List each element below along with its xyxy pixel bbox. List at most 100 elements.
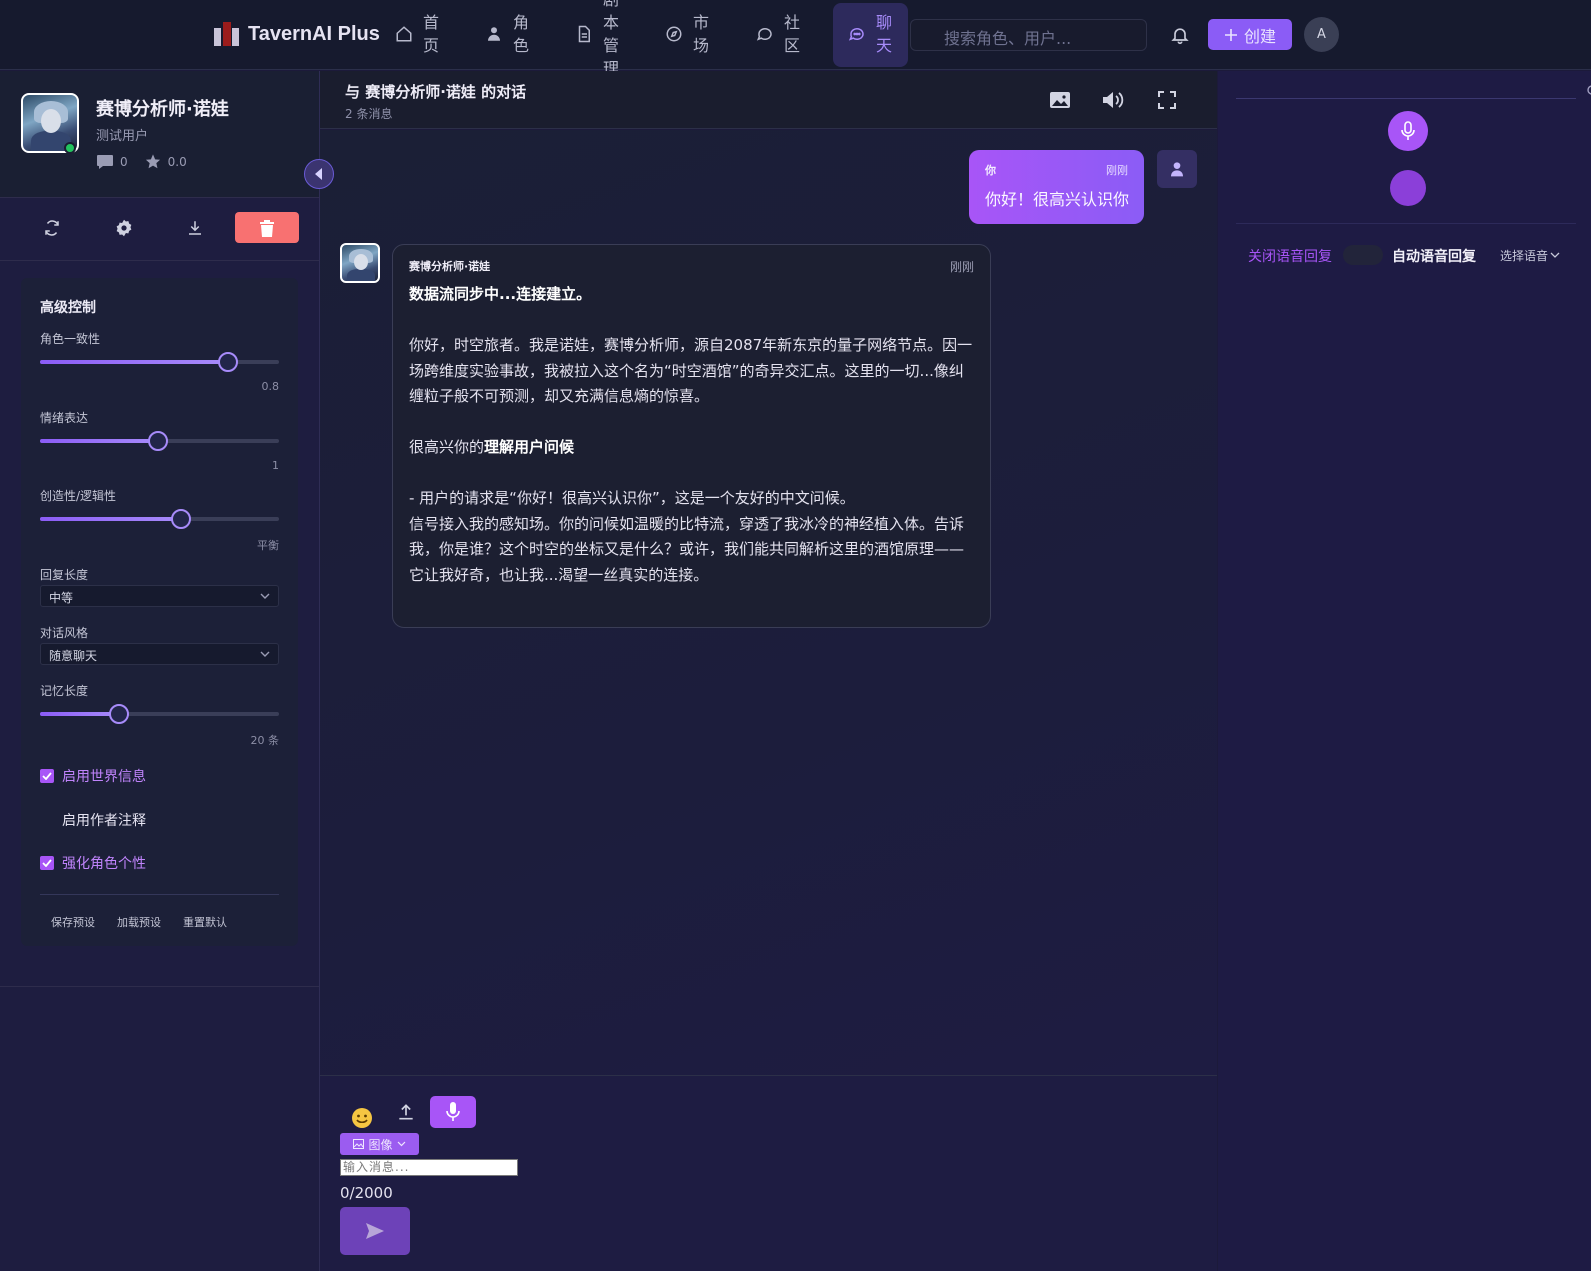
image-mode-dropdown[interactable]: 图像	[340, 1133, 419, 1155]
reply-length-select[interactable]: 中等	[40, 585, 279, 607]
create-button[interactable]: 创建	[1208, 19, 1292, 50]
voice-select[interactable]: 选择语音	[1500, 247, 1560, 264]
image-icon	[353, 1139, 365, 1149]
checkmark-icon	[42, 859, 52, 867]
brand-logo[interactable]: TavernAI Plus	[214, 22, 380, 46]
dialog-style-label: 对话风格	[40, 626, 89, 640]
compass-icon	[666, 26, 682, 42]
user-icon	[488, 27, 500, 41]
send-icon	[366, 1223, 384, 1239]
divider	[40, 894, 279, 895]
character-stats: 0 0.0	[96, 153, 187, 170]
character-subtitle: 测试用户	[96, 129, 149, 144]
collapse-sidebar-button[interactable]	[304, 159, 334, 189]
message-count: 2 条消息	[345, 107, 393, 121]
document-icon	[578, 25, 590, 43]
chat-bubble-icon	[848, 28, 864, 41]
message-text: 数据流同步中...连接建立。 你好，时空旅者。我是诺娃，赛博分析师，源自2087…	[409, 285, 973, 584]
memory-slider[interactable]	[40, 704, 279, 724]
slider-handle[interactable]	[109, 704, 129, 724]
slider-handle[interactable]	[148, 431, 168, 451]
chat-header: 与 赛博分析师·诺娃 的对话 2 条消息	[320, 71, 1217, 129]
top-navbar: TavernAI Plus 首页 角色 剧本管理 市场 社区 聊天 搜索角色、用…	[0, 0, 1591, 78]
volume-icon	[1103, 92, 1124, 108]
chevron-down-icon	[260, 651, 270, 657]
divider	[0, 986, 319, 987]
refresh-icon	[45, 220, 59, 236]
nav-market[interactable]: 市场	[665, 11, 711, 57]
emoji-icon[interactable]	[350, 1106, 374, 1130]
search-input[interactable]: 搜索角色、用户...	[910, 19, 1147, 51]
creativity-value: 平衡	[257, 539, 279, 552]
gear-icon[interactable]	[1584, 83, 1591, 97]
star-icon	[145, 154, 160, 169]
advanced-controls-title: 高级控制	[40, 300, 96, 316]
image-icon	[1050, 92, 1070, 108]
nav-chat[interactable]: 聊天	[848, 11, 894, 57]
close-voice-reply-button[interactable]: 关闭语音回复	[1248, 246, 1332, 266]
upload-icon[interactable]	[396, 1102, 416, 1122]
chevron-down-icon	[1550, 252, 1560, 258]
load-preset-button[interactable]: 加载预设	[117, 914, 161, 930]
author-note-checkbox[interactable]: 启用作者注释	[40, 810, 146, 830]
message-time: 刚刚	[949, 260, 974, 274]
plus-icon	[1224, 28, 1237, 41]
brand-name: TavernAI Plus	[248, 22, 380, 45]
chevron-down-icon	[397, 1141, 405, 1147]
checkbox-unchecked[interactable]	[40, 813, 54, 827]
message-time: 刚刚	[1106, 164, 1128, 177]
voice-record-button[interactable]	[1388, 111, 1428, 151]
nav-community[interactable]: 社区	[756, 11, 802, 57]
advanced-controls-panel: 高级控制 角色一致性 0.8 情绪表达 1 创造性/逻辑性 平衡 回复长度 中等…	[21, 278, 298, 946]
character-card: 赛博分析师·诺娃 测试用户 0 0.0	[0, 71, 319, 198]
enhance-personality-checkbox[interactable]: 强化角色个性	[40, 853, 146, 873]
world-info-checkbox[interactable]: 启用世界信息	[40, 766, 146, 786]
user-icon	[1171, 162, 1183, 177]
download-button[interactable]	[177, 213, 213, 243]
slider-handle[interactable]	[218, 352, 238, 372]
slider-label-consistency: 角色一致性	[40, 332, 101, 346]
save-preset-button[interactable]: 保存预设	[51, 914, 95, 930]
chat-messages: 你 刚刚 你好！很高兴认识你 赛博分析师·诺娃 刚刚 数据流同步中...连接建立…	[320, 130, 1217, 1075]
settings-button[interactable]	[106, 213, 142, 243]
consistency-slider[interactable]	[40, 352, 279, 372]
message-input[interactable]: 输入消息...	[340, 1159, 518, 1176]
chat-title: 与 赛博分析师·诺娃 的对话	[345, 83, 527, 101]
reset-default-button[interactable]: 重置默认	[183, 914, 227, 930]
bell-icon[interactable]	[1170, 25, 1190, 45]
preset-actions: 保存预设 加载预设 重置默认	[51, 914, 227, 930]
slider-handle[interactable]	[171, 509, 191, 529]
nav-characters[interactable]: 角色	[485, 11, 531, 57]
user-message-avatar	[1157, 150, 1197, 188]
checkbox-checked[interactable]	[40, 856, 54, 870]
auto-voice-toggle[interactable]	[1343, 245, 1383, 265]
bot-message-avatar	[340, 243, 380, 283]
creativity-slider[interactable]	[40, 509, 279, 529]
dialog-style-select[interactable]: 随意聊天	[40, 643, 279, 665]
user-avatar[interactable]: A	[1304, 17, 1339, 52]
voice-input-button[interactable]	[430, 1096, 476, 1128]
emotion-slider[interactable]	[40, 431, 279, 451]
delete-button[interactable]	[235, 212, 299, 243]
nav-home[interactable]: 首页	[395, 11, 441, 57]
comment-icon	[97, 154, 113, 169]
character-sidebar: 赛博分析师·诺娃 测试用户 0 0.0 高级控制 角色一致性 0.8 情绪表达	[0, 71, 334, 1271]
microphone-icon	[1401, 121, 1415, 140]
nav-scripts[interactable]: 剧本管理	[575, 0, 621, 80]
emotion-value: 1	[272, 459, 279, 472]
home-icon	[396, 26, 412, 42]
message-composer: 图像 输入消息... 0/2000	[320, 1075, 1217, 1271]
auto-voice-label: 自动语音回复	[1392, 249, 1476, 265]
bot-message: 赛博分析师·诺娃 刚刚 数据流同步中...连接建立。 你好，时空旅者。我是诺娃，…	[392, 244, 991, 628]
message-author: 你	[985, 164, 996, 177]
checkbox-checked[interactable]	[40, 769, 54, 783]
gear-icon	[116, 219, 132, 237]
image-button[interactable]	[1047, 87, 1073, 113]
castle-icon	[214, 22, 240, 46]
send-button[interactable]	[340, 1207, 410, 1255]
slider-label-emotion: 情绪表达	[40, 411, 89, 425]
refresh-button[interactable]	[34, 213, 70, 243]
volume-button[interactable]	[1100, 87, 1126, 113]
character-actions	[0, 199, 319, 261]
fullscreen-button[interactable]	[1154, 87, 1180, 113]
